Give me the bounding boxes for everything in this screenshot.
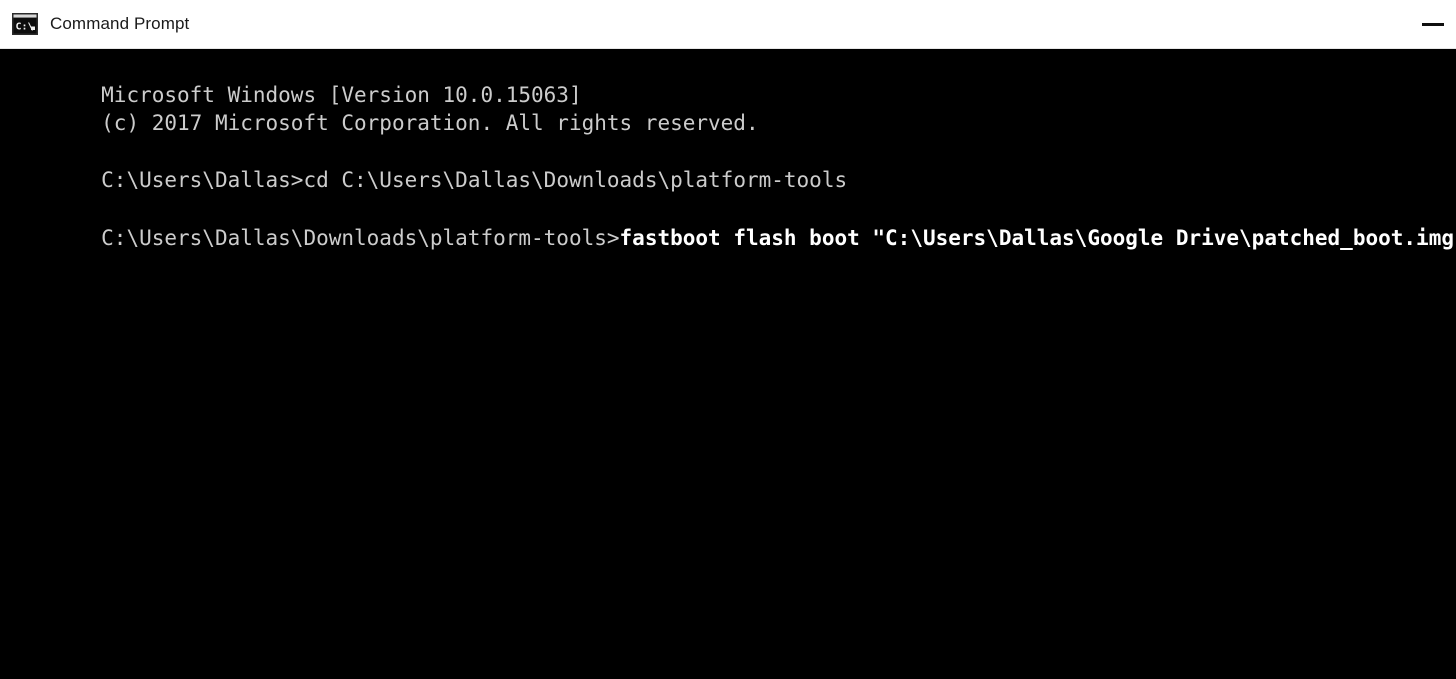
console-line: C:\Users\Dallas>cd C:\Users\Dallas\Downl…	[0, 138, 1456, 192]
console-prompt-path: C:\Users\Dallas>	[101, 168, 304, 193]
console-line: Microsoft Windows [Version 10.0.15063]	[0, 52, 1456, 107]
titlebar-left-group: C:\ Command Prompt	[0, 13, 189, 35]
console-command-text: cd C:\Users\Dallas\Downloads\platform-to…	[303, 168, 848, 193]
minimize-icon	[1422, 22, 1444, 26]
command-prompt-window: C:\ Command Prompt Microsoft Windows [Ve…	[0, 0, 1456, 679]
console-line-text: Microsoft Windows [Version 10.0.15063]	[101, 82, 582, 107]
console-prompt-path: C:\Users\Dallas\Downloads\platform-tools…	[101, 225, 620, 250]
console-line-text: (c) 2017 Microsoft Corporation. All righ…	[101, 111, 759, 136]
cmd-prompt-icon: C:\	[12, 13, 38, 35]
window-titlebar[interactable]: C:\ Command Prompt	[0, 0, 1456, 49]
svg-text:C:\: C:\	[16, 22, 34, 33]
minimize-button[interactable]	[1410, 0, 1456, 48]
console-output-area[interactable]: Microsoft Windows [Version 10.0.15063] (…	[0, 49, 1456, 679]
console-line: C:\Users\Dallas\Downloads\platform-tools…	[0, 195, 1456, 250]
window-title: Command Prompt	[50, 14, 190, 33]
console-lines: Microsoft Windows [Version 10.0.15063] (…	[0, 49, 1456, 250]
console-command-text: fastboot flash boot "C:\Users\Dallas\Goo…	[619, 225, 1456, 250]
window-controls	[1410, 0, 1456, 48]
